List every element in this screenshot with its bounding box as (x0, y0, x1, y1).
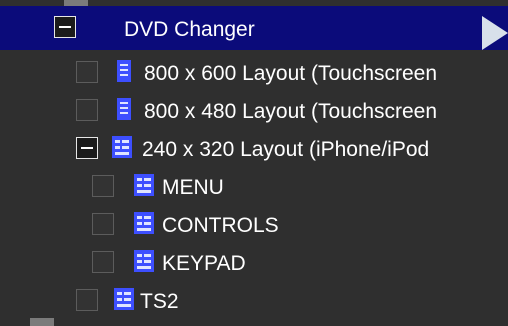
play-icon[interactable] (482, 16, 508, 50)
tree-item-label: 240 x 320 Layout (iPhone/iPod (142, 138, 430, 161)
device-tree: DVD Changer 800 x 600 Layout (Touchscree… (0, 0, 508, 326)
tree-item-label: MENU (162, 176, 224, 199)
tree-row-800x480[interactable]: 800 x 480 Layout (Touchscreen (0, 92, 508, 130)
next-row-icon (30, 318, 54, 326)
checkbox[interactable] (92, 251, 114, 273)
tree-row-keypad[interactable]: KEYPAD (0, 244, 508, 282)
tree-row-menu[interactable]: MENU (0, 168, 508, 206)
layout-icon (134, 212, 154, 234)
layout-icon (112, 136, 132, 158)
page-icon (117, 98, 131, 120)
tree-item-label: 800 x 480 Layout (Touchscreen (144, 100, 438, 123)
tree-row-800x600[interactable]: 800 x 600 Layout (Touchscreen (0, 54, 508, 92)
checkbox[interactable] (92, 213, 114, 235)
layout-icon (114, 288, 134, 310)
tree-item-label: DVD Changer (124, 18, 255, 41)
tree-row-ts2[interactable]: TS2 (0, 282, 508, 320)
tree-row-controls[interactable]: CONTROLS (0, 206, 508, 244)
tree-item-label: KEYPAD (162, 252, 246, 275)
tree-row-240x320[interactable]: 240 x 320 Layout (iPhone/iPod (0, 130, 508, 168)
layout-icon (134, 250, 154, 272)
tree-item-label: TS2 (140, 290, 179, 313)
collapse-toggle[interactable] (54, 16, 76, 38)
checkbox[interactable] (76, 61, 98, 83)
checkbox[interactable] (76, 99, 98, 121)
checkbox[interactable] (76, 289, 98, 311)
layout-icon (134, 174, 154, 196)
checkbox[interactable] (92, 175, 114, 197)
page-icon (117, 60, 131, 82)
tree-item-label: CONTROLS (162, 214, 279, 237)
tree-row-dvd-changer[interactable]: DVD Changer (0, 6, 508, 50)
collapse-toggle[interactable] (76, 137, 98, 159)
tree-item-label: 800 x 600 Layout (Touchscreen (144, 62, 438, 85)
